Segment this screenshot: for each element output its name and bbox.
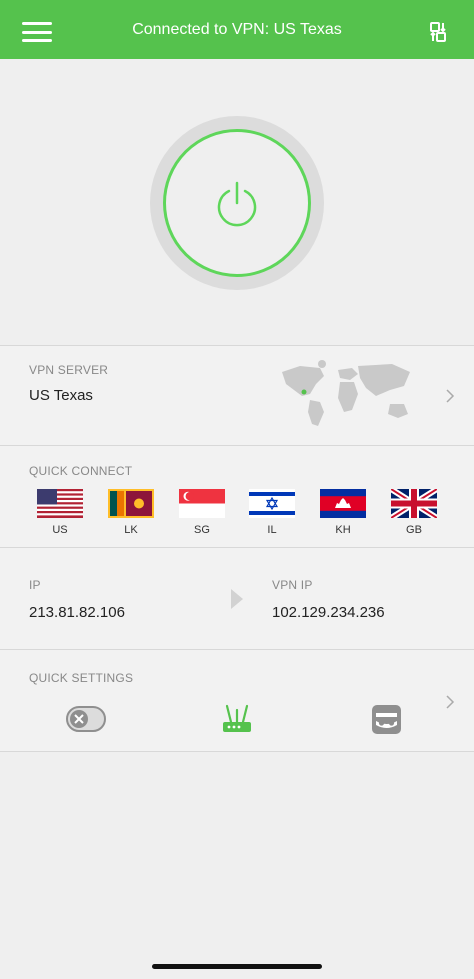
ip-value: 213.81.82.106 [29, 604, 125, 621]
chevron-right-icon [446, 389, 455, 403]
router-icon[interactable] [221, 702, 253, 734]
incognito-icon[interactable] [372, 705, 401, 734]
vpn-ip-value: 102.129.234.236 [272, 604, 385, 621]
flag-code: LK [124, 524, 138, 536]
quick-connect-il[interactable]: IL [248, 489, 296, 536]
flag-code: KH [335, 524, 351, 536]
app-header: Connected to VPN: US Texas [0, 0, 474, 59]
ip-label: IP [29, 578, 41, 592]
connection-status-title: Connected to VPN: US Texas [132, 20, 342, 38]
quick-connect-label: QUICK CONNECT [29, 464, 133, 478]
kill-switch-toggle-icon[interactable] [66, 705, 106, 733]
us-flag-icon [37, 489, 83, 518]
home-indicator [152, 964, 322, 969]
vpn-server-value: US Texas [29, 387, 93, 404]
quick-connect-sg[interactable]: SG [178, 489, 226, 536]
vpn-ip-label: VPN IP [272, 578, 313, 592]
kh-flag-icon [320, 489, 366, 518]
vpn-server-label: VPN SERVER [29, 363, 109, 377]
power-button[interactable] [163, 129, 311, 277]
world-map-icon [282, 360, 410, 426]
flag-code: GB [406, 524, 422, 536]
quick-connect-lk[interactable]: LK [107, 489, 155, 536]
lk-flag-icon [108, 489, 154, 518]
hamburger-icon[interactable] [22, 22, 52, 42]
quick-connect-kh[interactable]: KH [319, 489, 367, 536]
quick-connect-flags: US LK SG IL KH GB [0, 489, 474, 539]
gb-flag-icon [391, 489, 437, 518]
flag-code: SG [194, 524, 210, 536]
chevron-right-icon [446, 695, 455, 709]
quick-connect-gb[interactable]: GB [390, 489, 438, 536]
sg-flag-icon [179, 489, 225, 518]
arrow-right-icon [231, 589, 243, 609]
quick-settings-section[interactable]: QUICK SETTINGS [0, 650, 474, 751]
quick-settings-label: QUICK SETTINGS [29, 671, 134, 685]
vpn-server-row[interactable]: VPN SERVER US Texas [0, 346, 474, 445]
ip-info-section: IP 213.81.82.106 VPN IP 102.129.234.236 [0, 548, 474, 649]
il-flag-icon [249, 489, 295, 518]
power-button-outer [150, 116, 324, 290]
flag-code: IL [267, 524, 277, 536]
power-icon [217, 181, 257, 227]
switch-server-icon[interactable] [426, 20, 450, 44]
flag-code: US [52, 524, 68, 536]
divider [0, 751, 474, 752]
quick-connect-us[interactable]: US [36, 489, 84, 536]
